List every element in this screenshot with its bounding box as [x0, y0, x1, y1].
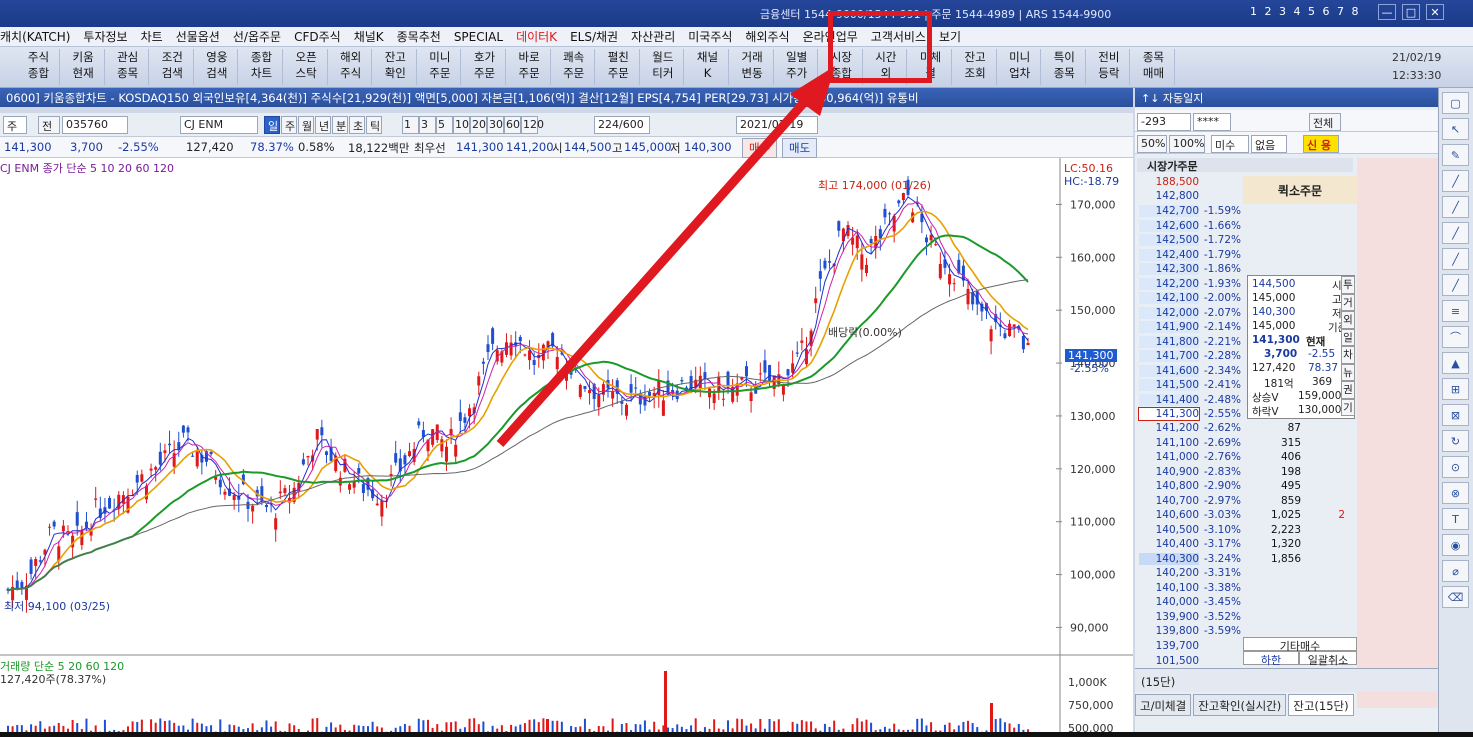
annotation-highlight-box [828, 11, 932, 83]
annotation-overlay [496, 66, 835, 447]
annotation-arrow [496, 95, 812, 447]
app-window: 금융센터 1544-9000/1544-991 | 주문 1544-4989 |… [0, 0, 1473, 737]
frame-edge [0, 732, 1473, 737]
